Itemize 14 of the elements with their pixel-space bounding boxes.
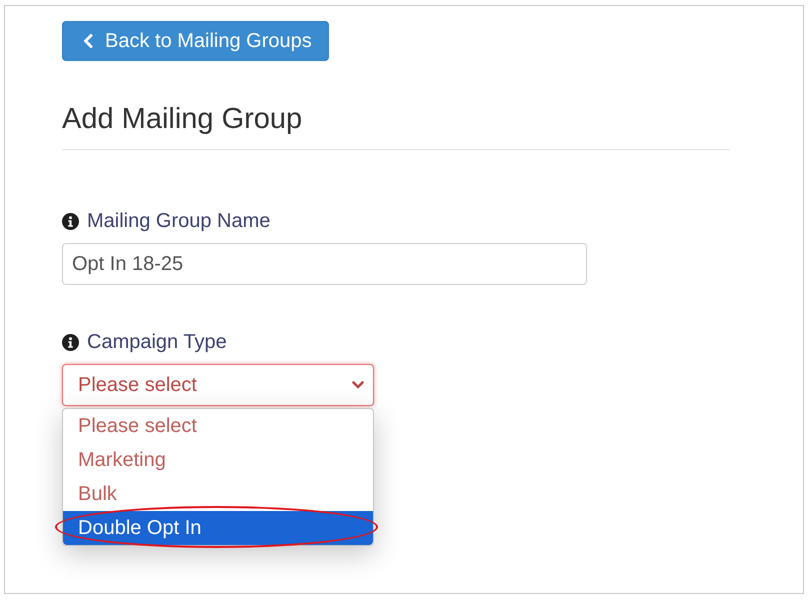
dropdown-option[interactable]: Marketing xyxy=(63,443,373,477)
chevron-down-icon xyxy=(352,381,364,389)
field-label: Mailing Group Name xyxy=(87,210,270,232)
page-heading: Add Mailing Group xyxy=(62,102,304,136)
info-icon xyxy=(62,212,79,230)
chevron-left-icon xyxy=(83,34,93,48)
text-input-field[interactable]: Opt In 18-25 xyxy=(62,243,587,285)
dropdown-option[interactable]: Bulk xyxy=(63,477,373,511)
dropdown-option[interactable]: Double Opt In xyxy=(63,511,373,545)
info-icon xyxy=(62,334,79,350)
back-button[interactable]: Back to Mailing Groups xyxy=(62,21,329,61)
field-label: Campaign Type xyxy=(87,330,227,354)
dropdown-option[interactable]: Please select xyxy=(63,409,373,443)
dropdown-select[interactable]: Please select xyxy=(62,364,374,406)
